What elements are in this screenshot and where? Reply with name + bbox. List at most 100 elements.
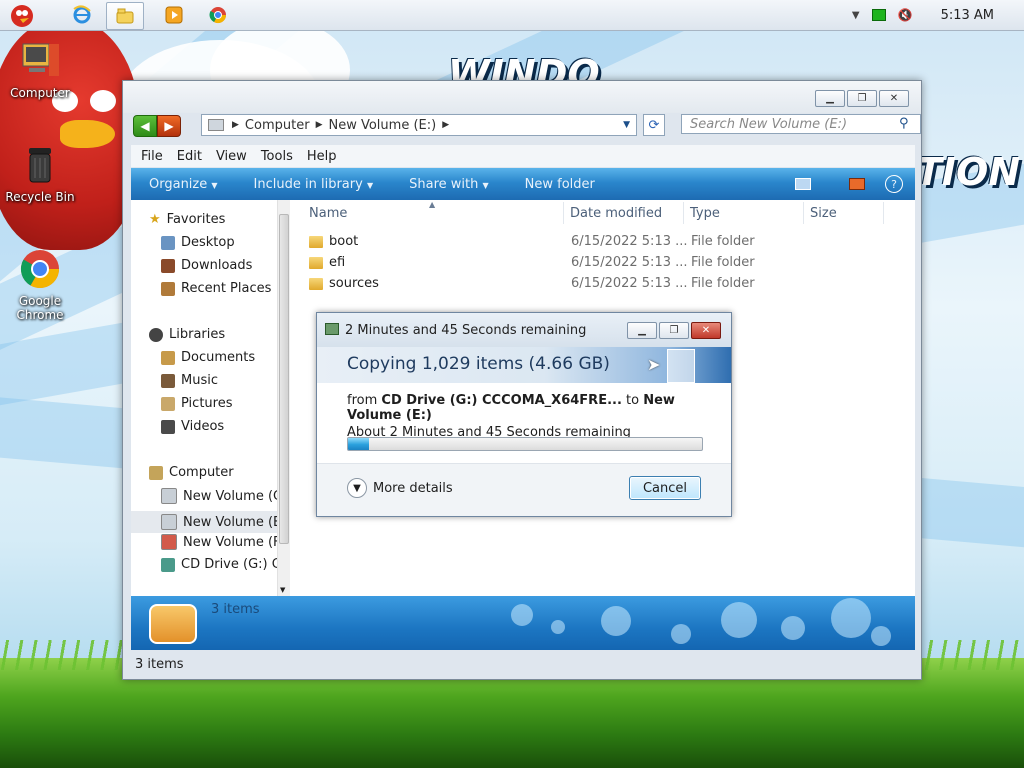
menu-view[interactable]: View: [216, 149, 247, 164]
dialog-title: 2 Minutes and 45 Seconds remaining: [345, 322, 587, 338]
back-button[interactable]: ◀: [133, 115, 157, 137]
nav-item-cd-drive[interactable]: CD Drive (G:) C(: [161, 557, 277, 572]
copy-source[interactable]: CD Drive (G:) CCCOMA_X64FRE...: [381, 393, 621, 408]
search-icon[interactable]: ⚲: [899, 116, 909, 131]
organize-button[interactable]: Organize ▼: [149, 177, 218, 192]
include-in-library-button[interactable]: Include in library ▼: [254, 177, 374, 192]
desktop-icon-recycle-bin[interactable]: Recycle Bin: [0, 144, 80, 204]
scrollbar-thumb[interactable]: [279, 214, 289, 544]
search-input[interactable]: Search New Volume (E:): [681, 114, 921, 134]
menu-help[interactable]: Help: [307, 149, 337, 164]
dialog-header: Copying 1,029 items (4.66 GB) ➤: [317, 347, 731, 383]
column-header-type[interactable]: Type: [690, 206, 720, 221]
desktop-icon-label: Computer: [10, 86, 70, 100]
downloads-icon: [161, 258, 175, 273]
nav-item-desktop[interactable]: Desktop: [161, 235, 235, 250]
file-type: File folder: [691, 276, 755, 291]
close-button[interactable]: ✕: [879, 90, 909, 107]
computer-icon: [149, 465, 163, 480]
volume-muted-icon[interactable]: 🔇: [898, 8, 913, 22]
nav-scrollbar[interactable]: ▼: [277, 200, 290, 596]
column-header-date[interactable]: Date modified: [570, 206, 662, 221]
nav-item-drive-f[interactable]: New Volume (F: [161, 534, 277, 550]
music-icon: [161, 373, 175, 388]
breadcrumb-new-volume[interactable]: New Volume (E:): [328, 118, 436, 133]
maximize-button[interactable]: ❐: [847, 90, 877, 107]
nav-item-documents[interactable]: Documents: [161, 350, 255, 365]
nav-item-drive-c[interactable]: New Volume (C: [161, 488, 277, 504]
menu-file[interactable]: File: [141, 149, 163, 164]
navigation-pane: ★ Favorites Desktop Downloads Recent Plac…: [131, 200, 277, 596]
dialog-maximize-button[interactable]: ❐: [659, 322, 689, 339]
videos-icon: [161, 419, 175, 434]
cancel-button[interactable]: Cancel: [629, 476, 701, 500]
address-dropdown-icon[interactable]: ▼: [623, 120, 630, 130]
nav-libraries[interactable]: Libraries: [149, 327, 225, 342]
star-icon: ★: [149, 212, 161, 227]
window-titlebar[interactable]: [123, 81, 921, 113]
folder-icon: [309, 256, 323, 269]
status-text: 3 items: [135, 656, 184, 672]
file-row[interactable]: efi 6/15/2022 5:13 ... File folder: [309, 255, 755, 270]
drive-icon: [208, 119, 224, 131]
breadcrumb-separator-icon: ▶: [232, 120, 239, 130]
cd-drive-icon: [161, 557, 175, 572]
nav-item-music[interactable]: Music: [161, 373, 218, 388]
preview-pane-icon[interactable]: [849, 178, 865, 190]
navigation-row: ◀ ▶ ▶ Computer ▶ New Volume (E:) ▶ ▼ ⟳ S…: [133, 114, 921, 138]
file-name: sources: [309, 276, 549, 291]
windows-explorer-taskbar-icon[interactable]: [106, 2, 144, 30]
refresh-button[interactable]: ⟳: [643, 114, 665, 136]
view-options-icon[interactable]: [795, 178, 811, 190]
file-date: 6/15/2022 5:13 ...: [571, 276, 688, 291]
minimize-button[interactable]: ▁: [815, 90, 845, 107]
nav-item-videos[interactable]: Videos: [161, 419, 224, 434]
sort-arrow-icon: ▲: [429, 200, 436, 209]
nav-item-downloads[interactable]: Downloads: [161, 258, 252, 273]
file-row[interactable]: sources 6/15/2022 5:13 ... File folder: [309, 276, 755, 291]
column-header-name[interactable]: Name: [309, 206, 347, 221]
desktop-icon: [161, 235, 175, 250]
nav-computer[interactable]: Computer: [149, 465, 234, 480]
angry-birds-taskbar-icon[interactable]: [4, 2, 40, 28]
desktop-icon-google-chrome[interactable]: Google Chrome: [0, 248, 80, 322]
internet-explorer-taskbar-icon[interactable]: [64, 2, 100, 28]
chevron-down-icon: ▼: [347, 478, 367, 498]
more-details-toggle[interactable]: ▼ More details: [347, 478, 453, 498]
file-date: 6/15/2022 5:13 ...: [571, 255, 688, 270]
dialog-close-button[interactable]: ✕: [691, 322, 721, 339]
nav-item-pictures[interactable]: Pictures: [161, 396, 232, 411]
menu-edit[interactable]: Edit: [177, 149, 202, 164]
forward-button[interactable]: ▶: [157, 115, 181, 137]
status-bar: 3 items: [131, 653, 915, 675]
breadcrumb-separator-icon: ▶: [315, 120, 323, 130]
address-bar[interactable]: ▶ Computer ▶ New Volume (E:) ▶ ▼: [201, 114, 637, 136]
dialog-body: from CD Drive (G:) CCCOMA_X64FRE... to N…: [347, 393, 717, 440]
chevron-up-icon[interactable]: ▼: [852, 10, 860, 21]
progress-fill: [348, 438, 370, 450]
media-player-taskbar-icon[interactable]: [156, 2, 192, 28]
menu-tools[interactable]: Tools: [261, 149, 293, 164]
libraries-icon: [149, 327, 163, 342]
clock[interactable]: 5:13 AM: [941, 8, 994, 23]
network-icon[interactable]: [871, 9, 886, 21]
copy-heading: Copying 1,029 items (4.66 GB): [347, 354, 610, 374]
menu-bar: File Edit View Tools Help: [131, 145, 915, 167]
column-header-size[interactable]: Size: [810, 206, 837, 221]
help-icon[interactable]: ?: [885, 175, 903, 193]
file-row[interactable]: boot 6/15/2022 5:13 ... File folder: [309, 234, 755, 249]
dialog-titlebar[interactable]: 2 Minutes and 45 Seconds remaining ▁ ❐ ✕: [317, 313, 731, 347]
nav-item-recent-places[interactable]: Recent Places: [161, 281, 271, 296]
share-with-button[interactable]: Share with ▼: [409, 177, 489, 192]
new-folder-button[interactable]: New folder: [525, 177, 595, 192]
nav-favorites[interactable]: ★ Favorites: [149, 212, 225, 227]
scroll-down-icon[interactable]: ▼: [280, 586, 285, 594]
chrome-taskbar-icon[interactable]: [200, 2, 236, 28]
desktop-icon-computer[interactable]: Computer: [0, 40, 80, 100]
breadcrumb-computer[interactable]: Computer: [245, 118, 310, 133]
file-name: efi: [309, 255, 549, 270]
drive-large-icon: [149, 604, 197, 644]
folder-icon: [309, 235, 323, 248]
dialog-minimize-button[interactable]: ▁: [627, 322, 657, 339]
nav-item-drive-e[interactable]: New Volume (E: [131, 511, 277, 533]
